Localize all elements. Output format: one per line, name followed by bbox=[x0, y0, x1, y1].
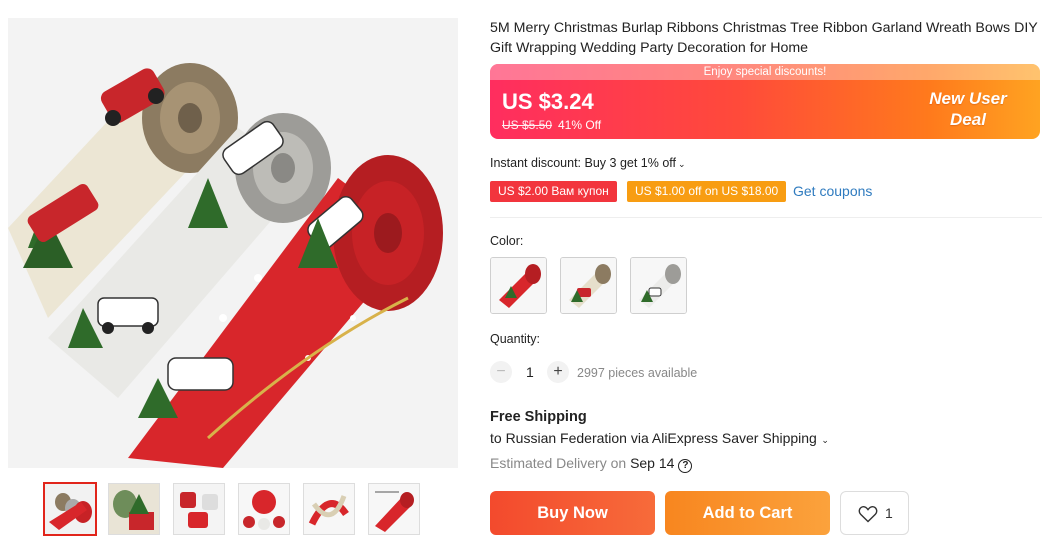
add-to-cart-button[interactable]: Add to Cart bbox=[665, 491, 830, 535]
deal-label: Deal bbox=[950, 110, 986, 129]
color-white-print[interactable] bbox=[630, 257, 687, 314]
current-price: US $3.24 bbox=[502, 89, 594, 114]
get-coupons-link[interactable]: Get coupons bbox=[793, 183, 872, 199]
quantity-label: Quantity: bbox=[490, 332, 541, 346]
chevron-down-icon: ⌄ bbox=[818, 435, 829, 445]
quantity-increase-button[interactable]: + bbox=[547, 361, 569, 383]
stock-available: 2997 pieces available bbox=[577, 366, 698, 380]
color-red-print[interactable] bbox=[490, 257, 547, 314]
shipping-destination[interactable]: to Russian Federation via AliExpress Sav… bbox=[490, 430, 829, 446]
thumb-ribbon-swirl[interactable] bbox=[303, 483, 355, 535]
discount-percent: 41% Off bbox=[558, 118, 602, 132]
chevron-down-icon: ⌄ bbox=[678, 159, 686, 169]
buy-now-button[interactable]: Buy Now bbox=[490, 491, 655, 535]
product-title: 5M Merry Christmas Burlap Ribbons Christ… bbox=[490, 20, 1038, 56]
delivery-prefix: Estimated Delivery on bbox=[490, 455, 627, 471]
thumb-burlap-tree[interactable] bbox=[108, 483, 160, 535]
section-divider bbox=[490, 217, 1042, 218]
coupon-badge-store[interactable]: US $2.00 Вам купон bbox=[490, 181, 617, 202]
thumb-three-rolls[interactable] bbox=[43, 482, 97, 536]
new-user-deal-badge: New User Deal bbox=[918, 88, 1018, 130]
original-price: US $5.50 bbox=[502, 118, 553, 132]
wishlist-button[interactable]: 1 bbox=[840, 491, 909, 535]
instant-discount[interactable]: Instant discount: Buy 3 get 1% off ⌄ bbox=[490, 156, 686, 170]
thumb-red-truck-rolls[interactable] bbox=[173, 483, 225, 535]
heart-icon bbox=[858, 506, 878, 523]
shipping-title: Free Shipping bbox=[490, 409, 587, 425]
color-burlap-print[interactable] bbox=[560, 257, 617, 314]
color-label: Color: bbox=[490, 234, 524, 248]
main-product-image[interactable] bbox=[8, 18, 458, 468]
wishlist-count: 1 bbox=[885, 505, 893, 521]
thumb-bows-set[interactable] bbox=[238, 483, 290, 535]
shipping-destination-text: to Russian Federation via AliExpress Sav… bbox=[490, 430, 817, 446]
estimated-delivery: Estimated Delivery on Sep 14? bbox=[490, 455, 693, 473]
coupon-badge-threshold[interactable]: US $1.00 off on US $18.00 bbox=[627, 181, 787, 202]
help-icon[interactable]: ? bbox=[678, 459, 693, 473]
new-user-label: New User bbox=[929, 89, 1007, 108]
quantity-decrease-button[interactable]: − bbox=[490, 361, 512, 383]
quantity-value[interactable]: 1 bbox=[526, 364, 534, 380]
thumb-measurement[interactable] bbox=[368, 483, 420, 535]
price-box: Enjoy special discounts! US $3.24 US $5.… bbox=[490, 64, 1040, 139]
delivery-date: Sep 14 bbox=[630, 455, 675, 471]
instant-discount-text: Instant discount: Buy 3 get 1% off bbox=[490, 156, 676, 170]
discount-banner: Enjoy special discounts! bbox=[490, 64, 1040, 80]
